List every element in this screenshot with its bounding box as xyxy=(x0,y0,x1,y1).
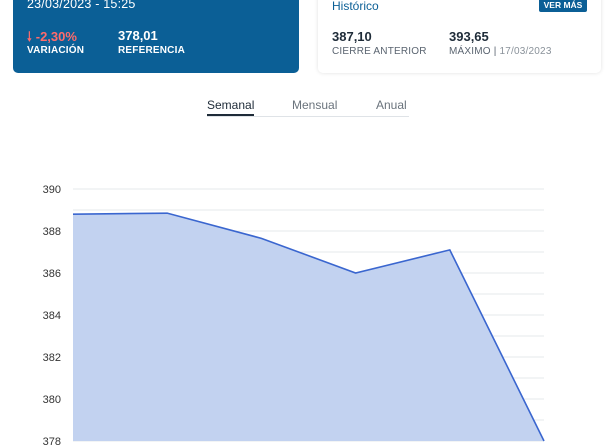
y-tick-label: 380 xyxy=(43,394,61,406)
y-tick-label: 384 xyxy=(43,310,61,322)
y-tick-label: 390 xyxy=(43,184,61,196)
y-tick-label: 382 xyxy=(43,352,61,364)
price-area xyxy=(73,213,544,441)
y-tick-label: 378 xyxy=(43,436,61,445)
y-tick-label: 386 xyxy=(43,268,61,280)
y-tick-label: 388 xyxy=(43,226,61,238)
price-chart: 390 388 386 384 382 380 378 xyxy=(43,184,545,445)
